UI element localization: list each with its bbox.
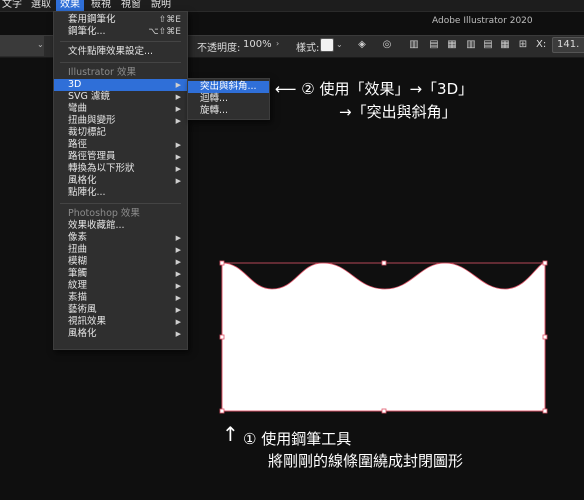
submenu-arrow-icon: ▶ bbox=[175, 318, 181, 326]
menu-item-label: 套用鋼筆化 bbox=[68, 14, 116, 25]
submenu-arrow-icon: ▶ bbox=[175, 153, 181, 161]
submenu-arrow-icon: ▶ bbox=[175, 258, 181, 266]
submenu-arrow-icon: ▶ bbox=[175, 270, 181, 278]
submenu-arrow-icon: ▶ bbox=[175, 282, 181, 290]
menu-item-label: 模糊 bbox=[68, 256, 88, 267]
menu-item-pixelate[interactable]: 像素 ▶ bbox=[54, 232, 187, 244]
up-arrow-icon: ↑ bbox=[222, 422, 239, 446]
menu-item-last-effect[interactable]: 鋼筆化... ⌥⇧⌘E bbox=[54, 26, 187, 38]
menu-item-apply-last[interactable]: 套用鋼筆化 ⇧⌘E bbox=[54, 14, 187, 26]
menu-item-revolve[interactable]: 迴轉... bbox=[188, 93, 269, 105]
handle-middle-left[interactable] bbox=[219, 334, 225, 340]
menu-item-label: 路徑 bbox=[68, 139, 88, 150]
menu-item-brush-strokes[interactable]: 筆觸 ▶ bbox=[54, 268, 187, 280]
menu-item-extrude-bevel[interactable]: 突出與斜角... bbox=[188, 81, 269, 93]
menu-item-stylize-photoshop[interactable]: 風格化 ▶ bbox=[54, 328, 187, 340]
menu-item-convert-to-shape[interactable]: 轉換為以下形狀 ▶ bbox=[54, 163, 187, 175]
menu-item-label: 風格化 bbox=[68, 175, 97, 186]
annotation-step1-line2: 將剛剛的線條圍繞成封閉圖形 bbox=[268, 452, 464, 470]
menu-item-svg-filters[interactable]: SVG 濾鏡 ▶ bbox=[54, 91, 187, 103]
submenu-arrow-icon: ▶ bbox=[175, 330, 181, 338]
submenu-arrow-icon: ▶ bbox=[175, 234, 181, 242]
menu-item-label: 旋轉... bbox=[200, 105, 229, 116]
menu-divider bbox=[60, 203, 181, 204]
submenu-arrow-icon: ▶ bbox=[175, 93, 181, 101]
submenu-arrow-icon: ▶ bbox=[175, 177, 181, 185]
menu-item-path[interactable]: 路徑 ▶ bbox=[54, 139, 187, 151]
submenu-arrow-icon: ▶ bbox=[175, 165, 181, 173]
effect-menu-dropdown: 套用鋼筆化 ⇧⌘E 鋼筆化... ⌥⇧⌘E 文件點陣效果設定... Illust… bbox=[53, 11, 188, 350]
menu-item-crop-marks[interactable]: 裁切標記 bbox=[54, 127, 187, 139]
menu-item-label: 筆觸 bbox=[68, 268, 88, 279]
menu-item-label: 3D bbox=[68, 79, 82, 90]
menu-item-label: 彎曲 bbox=[68, 103, 88, 114]
submenu-3d: 突出與斜角... 迴轉... 旋轉... bbox=[187, 78, 270, 120]
menu-divider bbox=[60, 62, 181, 63]
menu-item-texture[interactable]: 紋理 ▶ bbox=[54, 280, 187, 292]
handle-bottom-middle[interactable] bbox=[381, 408, 387, 414]
menu-item-label: 風格化 bbox=[68, 328, 97, 339]
handle-bottom-left[interactable] bbox=[219, 408, 225, 414]
submenu-arrow-icon: ▶ bbox=[175, 105, 181, 113]
menu-item-rasterize[interactable]: 點陣化... bbox=[54, 187, 187, 199]
menu-item-warp[interactable]: 彎曲 ▶ bbox=[54, 103, 187, 115]
closed-wave-shape[interactable] bbox=[221, 262, 546, 412]
handle-top-middle[interactable] bbox=[381, 260, 387, 266]
handle-bottom-right[interactable] bbox=[542, 408, 548, 414]
menu-item-label: SVG 濾鏡 bbox=[68, 91, 110, 102]
menu-item-label: 突出與斜角... bbox=[200, 81, 257, 92]
menu-item-shortcut: ⌥⇧⌘E bbox=[148, 27, 181, 37]
menu-item-sketch[interactable]: 素描 ▶ bbox=[54, 292, 187, 304]
submenu-arrow-icon: ▶ bbox=[175, 306, 181, 314]
menu-item-label: 扭曲與變形 bbox=[68, 115, 116, 126]
annotation-step1-line1: ① 使用鋼筆工具 bbox=[243, 430, 352, 448]
menu-item-label: 鋼筆化... bbox=[68, 26, 106, 37]
annotation-step2-line2: →「突出與斜角」 bbox=[339, 103, 457, 121]
menu-item-label: 紋理 bbox=[68, 280, 88, 291]
section-photoshop-effects: Photoshop 效果 bbox=[54, 208, 187, 220]
menu-item-rotate[interactable]: 旋轉... bbox=[188, 105, 269, 117]
handle-top-left[interactable] bbox=[219, 260, 225, 266]
menu-item-label: 文件點陣效果設定... bbox=[68, 46, 154, 57]
menu-item-label: 素描 bbox=[68, 292, 88, 303]
menu-item-distort-transform[interactable]: 扭曲與變形 ▶ bbox=[54, 115, 187, 127]
annotation-step2-line1: ⟵ ② 使用「效果」→「3D」 bbox=[275, 80, 474, 98]
menu-item-label: 路徑管理員 bbox=[68, 151, 116, 162]
menu-item-shortcut: ⇧⌘E bbox=[158, 15, 181, 25]
menu-item-video[interactable]: 視訊效果 ▶ bbox=[54, 316, 187, 328]
menu-item-3d[interactable]: 3D ▶ bbox=[54, 79, 187, 91]
menu-item-effect-gallery[interactable]: 效果收藏館... bbox=[54, 220, 187, 232]
menu-item-label: 藝術風 bbox=[68, 304, 97, 315]
menu-item-artistic[interactable]: 藝術風 ▶ bbox=[54, 304, 187, 316]
menu-item-label: 效果收藏館... bbox=[68, 220, 125, 231]
menu-item-label: 迴轉... bbox=[200, 93, 229, 104]
menu-item-blur[interactable]: 模糊 ▶ bbox=[54, 256, 187, 268]
submenu-arrow-icon: ▶ bbox=[175, 81, 181, 89]
menu-item-label: 扭曲 bbox=[68, 244, 88, 255]
menu-item-pathfinder[interactable]: 路徑管理員 ▶ bbox=[54, 151, 187, 163]
handle-top-right[interactable] bbox=[542, 260, 548, 266]
handle-middle-right[interactable] bbox=[542, 334, 548, 340]
menu-item-distort[interactable]: 扭曲 ▶ bbox=[54, 244, 187, 256]
section-label: Illustrator 效果 bbox=[68, 67, 136, 78]
submenu-arrow-icon: ▶ bbox=[175, 246, 181, 254]
menu-item-label: 點陣化... bbox=[68, 187, 106, 198]
menu-item-document-raster[interactable]: 文件點陣效果設定... bbox=[54, 46, 187, 58]
menu-item-stylize-illustrator[interactable]: 風格化 ▶ bbox=[54, 175, 187, 187]
menu-item-label: 視訊效果 bbox=[68, 316, 107, 327]
menu-item-label: 轉換為以下形狀 bbox=[68, 163, 135, 174]
menu-item-label: 像素 bbox=[68, 232, 88, 243]
submenu-arrow-icon: ▶ bbox=[175, 117, 181, 125]
section-label: Photoshop 效果 bbox=[68, 208, 140, 219]
menu-item-label: 裁切標記 bbox=[68, 127, 107, 138]
submenu-arrow-icon: ▶ bbox=[175, 141, 181, 149]
submenu-arrow-icon: ▶ bbox=[175, 294, 181, 302]
section-illustrator-effects: Illustrator 效果 bbox=[54, 67, 187, 79]
menu-divider bbox=[60, 41, 181, 42]
